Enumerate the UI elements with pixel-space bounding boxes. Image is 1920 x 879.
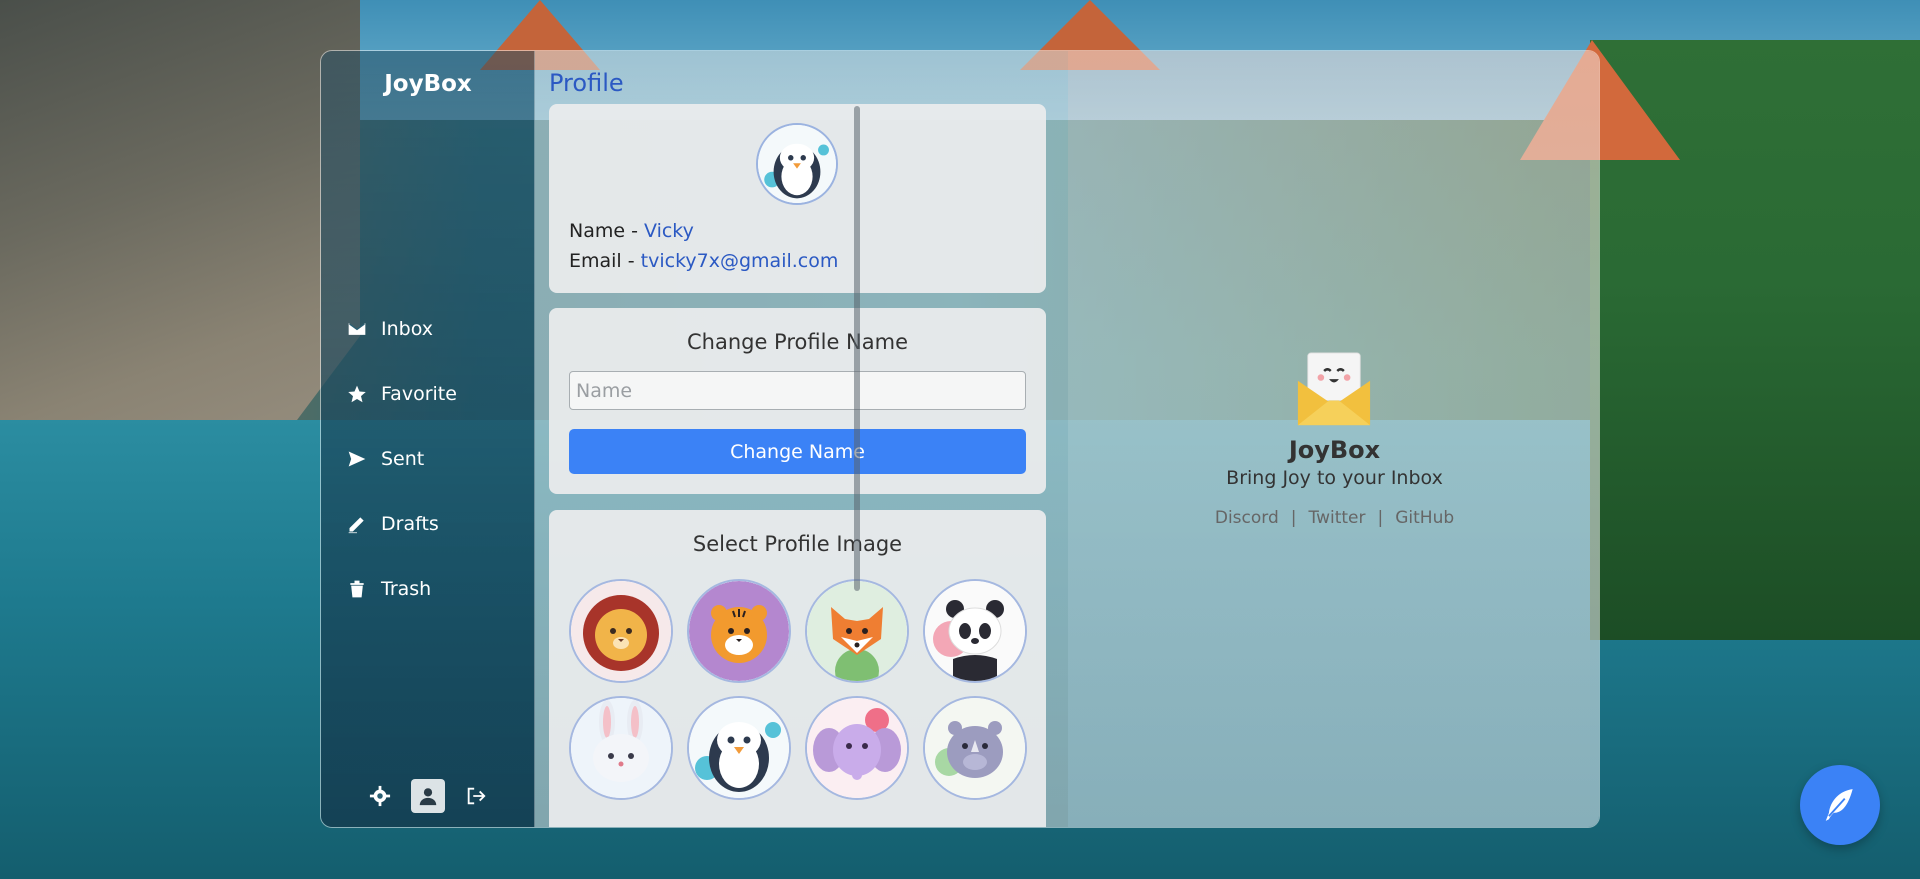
sidebar-item-sent[interactable]: Sent [347, 426, 457, 491]
sidebar-item-inbox[interactable]: Inbox [347, 296, 457, 361]
avatar-option-fox[interactable] [805, 579, 909, 683]
sidebar-nav: Inbox Favorite Sent Drafts Trash [347, 296, 457, 621]
envelope-icon [348, 322, 366, 335]
avatar-option-tiger[interactable] [687, 579, 791, 683]
send-icon [348, 451, 366, 466]
profile-card: Name - Vicky Email - tvicky7x@gmail.com [549, 104, 1046, 293]
welcome-brand: JoyBox [1288, 436, 1381, 464]
welcome-panel: JoyBox Bring Joy to your Inbox Discord | T… [1068, 51, 1599, 827]
rhino-icon [925, 698, 1025, 798]
avatar [756, 123, 838, 205]
change-name-button[interactable]: Change Name [569, 429, 1026, 474]
penguin-icon [689, 698, 789, 798]
rabbit-icon [571, 698, 671, 798]
sidebar-item-label: Inbox [381, 317, 433, 340]
compose-button[interactable] [1800, 765, 1880, 845]
discord-link[interactable]: Discord [1215, 508, 1279, 528]
background-mountain [0, 0, 360, 480]
sidebar-item-label: Trash [381, 577, 432, 600]
github-link[interactable]: GitHub [1395, 508, 1454, 528]
sidebar-footer [321, 779, 535, 813]
lion-icon [571, 581, 671, 681]
avatar-option-lion[interactable] [569, 579, 673, 683]
avatar-option-rabbit[interactable] [569, 696, 673, 800]
fox-icon [807, 581, 907, 681]
avatar-option-rhino[interactable] [923, 696, 1027, 800]
profile-button[interactable] [411, 779, 445, 813]
avatar-option-panda[interactable] [923, 579, 1027, 683]
gear-icon [369, 785, 391, 807]
pencil-icon [348, 516, 364, 533]
email-label: Email - [569, 250, 641, 272]
star-icon [348, 385, 366, 402]
link-separator: | [1290, 508, 1297, 528]
name-label: Name - [569, 220, 644, 242]
sidebar-item-trash[interactable]: Trash [347, 556, 457, 621]
profile-scroll-area: Name - Vicky Email - tvicky7x@gmail.com … [549, 104, 1046, 827]
settings-button[interactable] [363, 779, 397, 813]
app-window: JoyBox Inbox Favorite Sent Drafts Trash [320, 50, 1600, 828]
sidebar-item-label: Sent [381, 447, 425, 470]
trash-icon [350, 580, 364, 597]
sidebar-item-favorite[interactable]: Favorite [347, 361, 457, 426]
select-image-card: Select Profile Image [549, 510, 1046, 827]
sidebar-brand: JoyBox [384, 71, 472, 97]
link-separator: | [1377, 508, 1384, 528]
social-links: Discord | Twitter | GitHub [1068, 508, 1599, 528]
change-name-card: Change Profile Name Change Name [549, 308, 1046, 494]
logout-icon [467, 787, 486, 805]
sidebar-item-label: Drafts [381, 512, 439, 535]
penguin-avatar-icon [758, 125, 836, 203]
name-field[interactable] [569, 371, 1026, 410]
sidebar-item-drafts[interactable]: Drafts [347, 491, 457, 556]
quill-icon [1825, 789, 1853, 821]
sidebar: JoyBox Inbox Favorite Sent Drafts Trash [321, 51, 535, 827]
avatar-grid [569, 579, 1027, 800]
user-icon [419, 788, 437, 806]
avatar-option-elephant[interactable] [805, 696, 909, 800]
change-name-title: Change Profile Name [686, 330, 908, 354]
select-image-title: Select Profile Image [692, 532, 903, 556]
profile-info: Name - Vicky Email - tvicky7x@gmail.com [569, 216, 838, 276]
panda-icon [925, 581, 1025, 681]
profile-panel: Profile Name - Vicky Email - tvicky7x@gm… [535, 51, 1068, 827]
elephant-icon [807, 698, 907, 798]
tiger-icon [689, 581, 789, 681]
scrollbar[interactable] [854, 106, 860, 591]
name-value: Vicky [644, 220, 694, 242]
page-title: Profile [549, 69, 624, 97]
profile-email-row: Email - tvicky7x@gmail.com [569, 246, 838, 276]
envelope-logo-icon [1297, 352, 1371, 426]
avatar-option-penguin[interactable] [687, 696, 791, 800]
logout-button[interactable] [459, 779, 493, 813]
email-value: tvicky7x@gmail.com [640, 250, 839, 272]
welcome-tagline: Bring Joy to your Inbox [1226, 467, 1443, 489]
twitter-link[interactable]: Twitter [1309, 508, 1366, 528]
profile-name-row: Name - Vicky [569, 216, 838, 246]
sidebar-item-label: Favorite [381, 382, 457, 405]
